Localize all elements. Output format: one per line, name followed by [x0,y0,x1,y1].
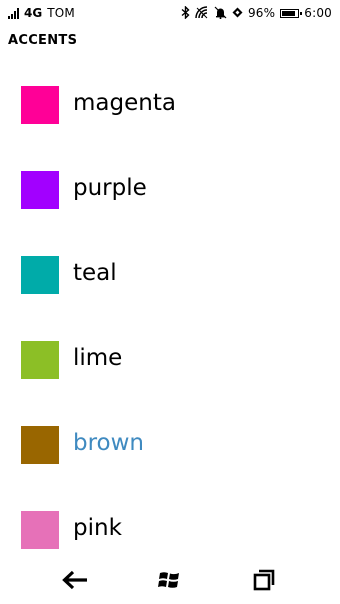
quiet-hours-icon [214,6,227,21]
status-right: 96% 6:00 [181,4,332,21]
multitask-icon [252,568,276,596]
accents-screen: 4G TOM 96% 6:00 ACCENTS magenta purple t… [0,0,340,604]
multitask-button[interactable] [244,564,284,600]
back-arrow-icon [61,570,89,594]
clock-time: 6:00 [304,6,332,20]
accent-label: brown [73,430,145,456]
windows-start-icon [157,568,183,596]
accent-item-lime[interactable]: lime [0,335,340,420]
accent-item-teal[interactable]: teal [0,250,340,335]
status-left: 4G TOM [8,6,75,20]
accent-swatch [21,256,59,294]
accent-swatch [21,171,59,209]
network-type: 4G [24,6,43,20]
start-button[interactable] [150,564,190,600]
accent-item-magenta[interactable]: magenta [0,80,340,165]
back-button[interactable] [55,564,95,600]
accent-swatch [21,341,59,379]
accent-label: teal [73,260,117,286]
status-bar: 4G TOM 96% 6:00 [0,0,340,26]
accent-label: magenta [73,90,176,116]
accent-swatch [21,426,59,464]
accent-label: lime [73,345,123,371]
wifi-icon [195,5,209,21]
accent-list: magenta purple teal lime brown pink [0,80,340,590]
accent-item-purple[interactable]: purple [0,165,340,250]
accent-swatch [21,86,59,124]
bluetooth-icon [181,4,190,21]
page-title: ACCENTS [8,33,78,48]
accent-swatch [21,511,59,549]
accent-label: purple [73,175,147,201]
battery-percent: 96% [247,6,276,20]
carrier-name: TOM [47,6,75,20]
battery-icon [280,8,303,18]
accent-item-brown[interactable]: brown [0,420,340,505]
accent-label: pink [73,515,122,541]
signal-icon [8,7,19,19]
navigation-bar [0,560,340,604]
location-icon [232,7,243,20]
